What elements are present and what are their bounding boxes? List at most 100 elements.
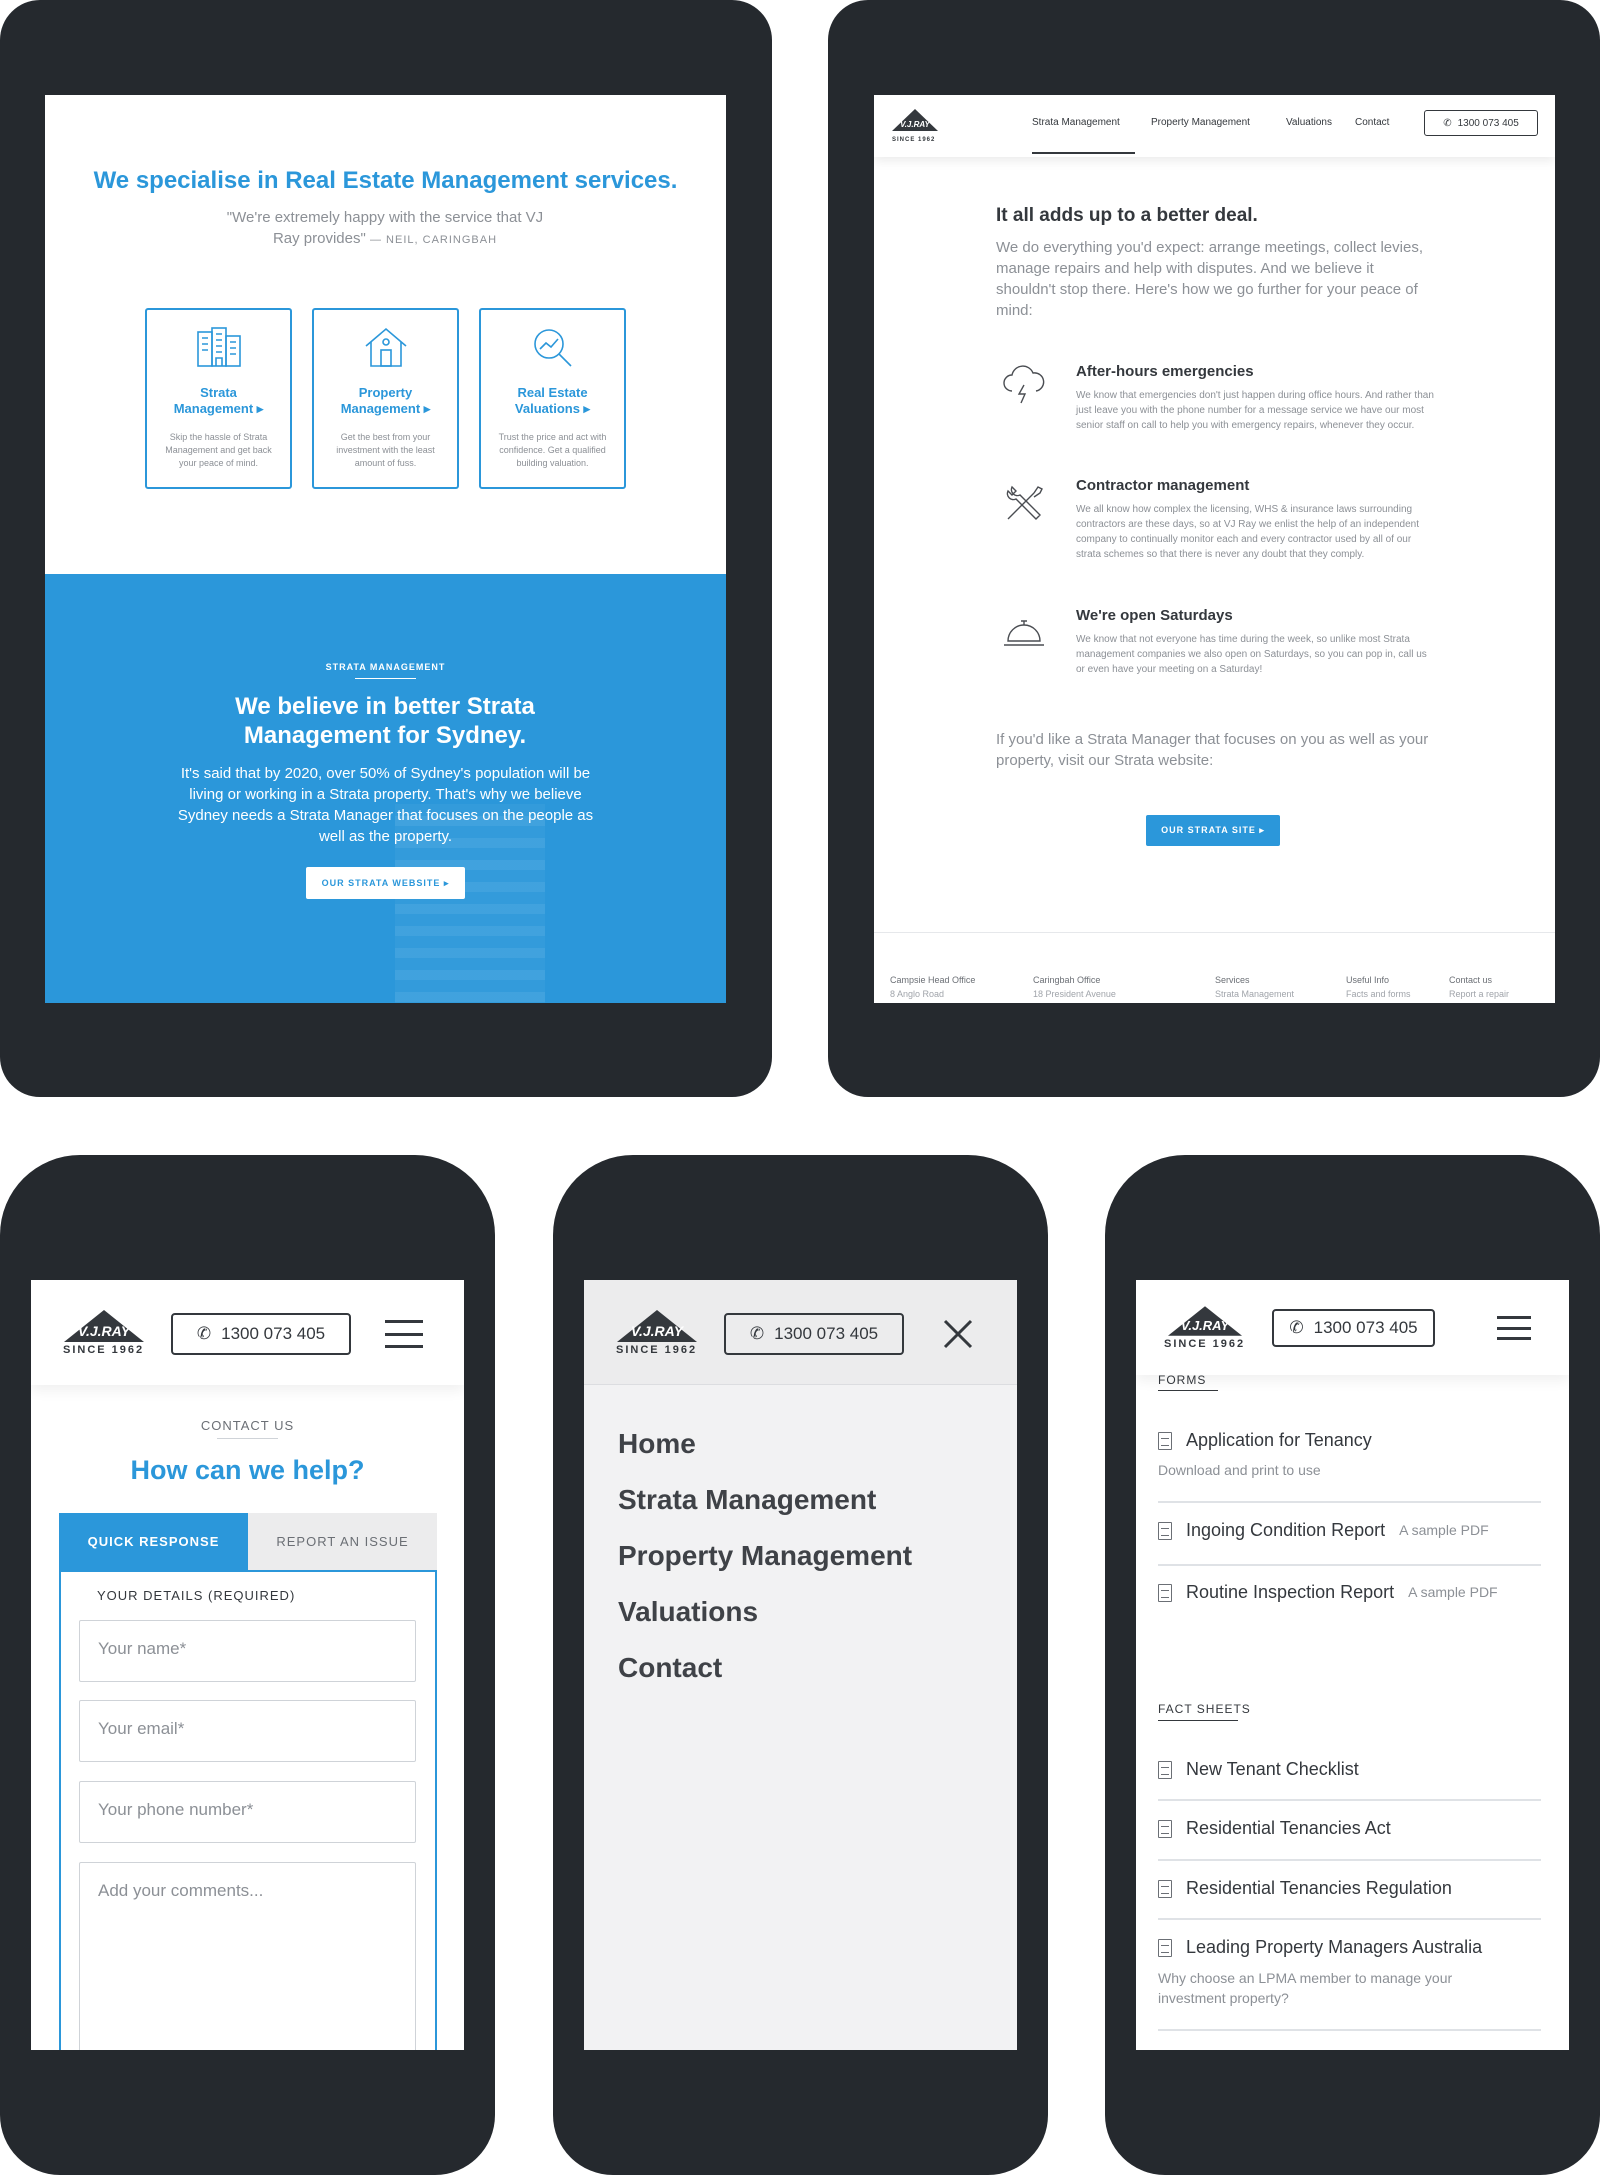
doc-title: Residential Tenancies Act — [1186, 1818, 1391, 1838]
footer-link[interactable]: Facts and forms — [1346, 989, 1411, 999]
doc-title: New Tenant Checklist — [1186, 1759, 1359, 1779]
headline: We specialise in Real Estate Management … — [93, 167, 678, 194]
tablet-device-right: V.J.RAY SINCE 1962 Strata Management Pro… — [828, 0, 1600, 1097]
doc-title: Residential Tenancies Regulation — [1186, 1878, 1452, 1898]
logo-text: V.J.RAY — [78, 1323, 132, 1339]
tablet-screen-right: V.J.RAY SINCE 1962 Strata Management Pro… — [874, 95, 1555, 1003]
email-field[interactable]: Your email* — [79, 1700, 416, 1762]
menu-property[interactable]: Property Management — [618, 1528, 912, 1584]
phone-button[interactable]: ✆ 1300 073 405 — [171, 1313, 351, 1355]
phone-field[interactable]: Your phone number* — [79, 1781, 416, 1843]
tablet-screen-left: We specialise in Real Estate Management … — [45, 95, 726, 1003]
nav-strata[interactable]: Strata Management — [1032, 117, 1120, 128]
menu-strata[interactable]: Strata Management — [618, 1472, 912, 1528]
footer-col: Caringbah Office 18 President Avenue — [1033, 975, 1116, 999]
close-icon[interactable] — [943, 1319, 973, 1349]
nav-contact[interactable]: Contact — [1355, 117, 1389, 128]
form-application[interactable]: Application for Tenancy — [1158, 1430, 1541, 1451]
phone-button[interactable]: ✆ 1300 073 405 — [724, 1313, 904, 1355]
footer-link[interactable]: 8 Anglo Road — [890, 989, 975, 999]
phone-screen-right: FORMS Application for Tenancy Download a… — [1136, 1280, 1569, 2050]
vj-ray-logo[interactable]: V.J.RAY SINCE 1962 — [616, 1310, 697, 1356]
mobile-header: V.J.RAY SINCE 1962 ✆ 1300 073 405 — [1136, 1280, 1569, 1375]
fact-new-tenant[interactable]: New Tenant Checklist — [1158, 1759, 1541, 1780]
document-icon — [1158, 1880, 1172, 1898]
strata-banner: STRATA MANAGEMENT We believe in better S… — [45, 574, 726, 1003]
tab-report-issue[interactable]: REPORT AN ISSUE — [248, 1513, 437, 1570]
footer: Campsie Head Office 8 Anglo Road Caringba… — [874, 932, 1555, 1003]
logo-text: V.J.RAY — [900, 120, 930, 129]
forms-label-underline — [1158, 1390, 1218, 1391]
section-label-underline — [355, 678, 416, 679]
strata-site-button[interactable]: OUR STRATA SITE ▸ — [1146, 815, 1280, 846]
card-property-desc: Get the best from your investment with t… — [336, 432, 435, 468]
facts-label: FACT SHEETS — [1158, 1702, 1251, 1716]
card-property[interactable]: Property Management ▸ Get the best from … — [312, 308, 459, 489]
strata-website-button[interactable]: OUR STRATA WEBSITE ▸ — [306, 867, 465, 899]
divider — [1158, 1799, 1541, 1801]
logo-since: SINCE 1962 — [1164, 1338, 1246, 1350]
mobile-header: V.J.RAY SINCE 1962 ✆ 1300 073 405 — [31, 1280, 464, 1385]
footer-col: Useful Info Facts and forms — [1346, 975, 1411, 999]
divider — [1158, 1564, 1541, 1566]
feature-desc: We all know how complex the licensing, W… — [1076, 504, 1419, 560]
outro-text: If you'd like a Strata Manager that focu… — [996, 731, 1429, 769]
house-icon — [364, 327, 407, 367]
tab-quick-response[interactable]: QUICK RESPONSE — [59, 1513, 248, 1570]
phone-icon: ✆ — [1289, 1318, 1304, 1337]
nav-property[interactable]: Property Management — [1151, 117, 1250, 128]
hamburger-menu-icon[interactable] — [385, 1320, 423, 1348]
phone-device-middle: V.J.RAY SINCE 1962 ✆ 1300 073 405 Home S… — [553, 1155, 1048, 2175]
features: After-hours emergencies We know that eme… — [996, 363, 1436, 675]
menu-contact[interactable]: Contact — [618, 1640, 912, 1696]
doc-title: Application for Tenancy — [1186, 1430, 1372, 1450]
form-routine-inspection[interactable]: Routine Inspection Report A sample PDF — [1158, 1582, 1541, 1603]
menu-home[interactable]: Home — [618, 1416, 912, 1472]
phone-icon: ✆ — [1443, 117, 1452, 129]
name-field[interactable]: Your name* — [79, 1620, 416, 1682]
content: It all adds up to a better deal. We do e… — [996, 205, 1436, 321]
feature-title: After-hours emergencies — [1076, 363, 1254, 380]
footer-col: Contact us Report a repair — [1449, 975, 1509, 999]
vj-ray-logo[interactable]: V.J.RAY SINCE 1962 — [1164, 1306, 1245, 1350]
document-icon — [1158, 1432, 1172, 1450]
logo-since: SINCE 1962 — [616, 1344, 698, 1356]
vj-ray-logo[interactable]: V.J.RAY SINCE 1962 — [63, 1310, 144, 1356]
fact-tenancies-act[interactable]: Residential Tenancies Act — [1158, 1818, 1541, 1839]
phone-device-left: V.J.RAY SINCE 1962 ✆ 1300 073 405 CONTAC… — [0, 1155, 495, 2175]
logo-since: SINCE 1962 — [63, 1344, 145, 1356]
section-label: STRATA MANAGEMENT — [325, 662, 446, 672]
hamburger-menu-icon[interactable] — [1497, 1316, 1531, 1340]
feature-saturdays: We're open Saturdays We know that not ev… — [1076, 607, 1436, 677]
comments-field[interactable]: Add your comments... — [79, 1862, 416, 2050]
phone-number: 1300 073 405 — [774, 1324, 879, 1343]
form-ingoing-condition[interactable]: Ingoing Condition Report A sample PDF — [1158, 1520, 1541, 1541]
phone-button[interactable]: ✆ 1300 073 405 — [1424, 110, 1538, 136]
doc-title: Ingoing Condition Report — [1186, 1520, 1386, 1540]
footer-link[interactable]: 18 President Avenue — [1033, 989, 1116, 999]
divider — [1158, 1501, 1541, 1503]
phone-icon: ✆ — [196, 1324, 212, 1343]
card-valuations-title: Real Estate Valuations ▸ — [514, 385, 591, 416]
card-strata[interactable]: Strata Management ▸ Skip the hassle of S… — [145, 308, 292, 489]
menu-valuations[interactable]: Valuations — [618, 1584, 912, 1640]
nav-active-underline — [1032, 152, 1135, 154]
feature-contractor: Contractor management We all know how co… — [1076, 477, 1436, 562]
card-valuations[interactable]: Real Estate Valuations ▸ Trust the price… — [479, 308, 626, 489]
fact-tenancies-regulation[interactable]: Residential Tenancies Regulation — [1158, 1878, 1541, 1899]
card-property-title: Property Management ▸ — [340, 385, 431, 416]
vj-ray-logo[interactable]: V.J.RAY SINCE 1962 — [892, 109, 942, 145]
phone-button[interactable]: ✆ 1300 073 405 — [1272, 1309, 1435, 1347]
phone-number: 1300 073 405 — [1457, 117, 1519, 129]
phone-icon: ✆ — [749, 1324, 765, 1343]
footer-link[interactable]: Report a repair — [1449, 989, 1509, 999]
divider — [1158, 1859, 1541, 1861]
fact-lpma[interactable]: Leading Property Managers Australia — [1158, 1937, 1541, 1958]
nav-valuations[interactable]: Valuations — [1286, 117, 1332, 128]
phone-screen-left: V.J.RAY SINCE 1962 ✆ 1300 073 405 CONTAC… — [31, 1280, 464, 2050]
intro-text: We do everything you'd expect: arrange m… — [996, 239, 1423, 319]
logo-since: SINCE 1962 — [892, 137, 936, 143]
footer-link[interactable]: Strata Management — [1215, 989, 1294, 999]
forms-label: FORMS — [1158, 1373, 1207, 1387]
footer-head: Services — [1215, 975, 1250, 985]
